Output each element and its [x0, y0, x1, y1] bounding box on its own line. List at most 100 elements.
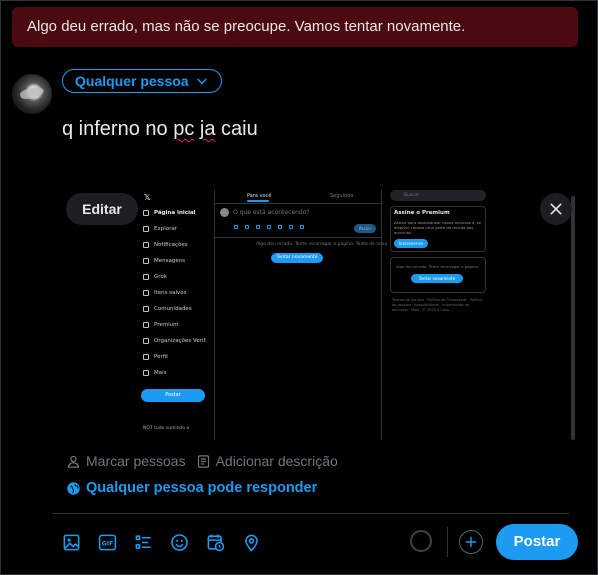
embedded-divider: [215, 237, 381, 238]
embedded-compose-placeholder: O que está acontecendo?: [233, 209, 310, 216]
tag-people-label: Marcar pessoas: [86, 453, 186, 469]
embedded-premium-text: Assine para desbloquear novos recursos e…: [394, 220, 482, 235]
search-icon: [143, 226, 149, 232]
embedded-premium-title: Assine o Premium: [394, 210, 450, 216]
misspelled-word: pc: [173, 118, 195, 140]
reply-setting-label: Qualquer pessoa pode responder: [86, 480, 318, 496]
lightning-icon: [143, 338, 149, 344]
embedded-tab-following: Seguindo: [330, 193, 354, 199]
embedded-divider: [381, 190, 382, 440]
embedded-search: Buscar: [390, 190, 486, 201]
add-poll-button[interactable]: [134, 530, 170, 554]
embedded-nav-item: Perfil: [143, 352, 168, 362]
add-media-button[interactable]: [62, 530, 98, 554]
embedded-compose-post: Postar: [354, 224, 376, 233]
poll-icon: [135, 534, 151, 549]
embedded-nav-item: Explorar: [143, 224, 177, 234]
location-icon: [245, 534, 258, 552]
embedded-side-error: Algo deu errado. Tente recarregar a pági…: [396, 264, 479, 269]
audience-label: Qualquer pessoa: [75, 73, 189, 89]
embedded-retry-button: Tentar novamente: [271, 253, 323, 263]
embedded-nav-label: Perfil: [154, 354, 168, 360]
media-scrollbar[interactable]: [571, 196, 575, 440]
embedded-nav-label: Página Inicial: [154, 210, 196, 216]
embedded-error-text: Algo deu errado. Tente recarregar a pági…: [256, 242, 389, 247]
embedded-tools: [234, 225, 304, 229]
more-icon: [143, 370, 149, 376]
edit-media-button[interactable]: Editar: [66, 193, 138, 225]
embedded-nav-label: Mais: [154, 370, 167, 376]
compose-toolbar: GIF: [62, 530, 278, 554]
embedded-nav-label: Premium: [154, 322, 179, 328]
gif-icon: GIF: [98, 534, 117, 550]
embedded-nav-item: Notificações: [143, 240, 188, 250]
embedded-compose: O que está acontecendo?: [220, 208, 310, 217]
grok-icon: [143, 274, 149, 280]
schedule-button[interactable]: [206, 530, 242, 554]
embedded-side-retry: Tentar novamente: [411, 274, 463, 283]
embedded-nav-item: Página Inicial: [143, 208, 196, 218]
attached-media-preview: [62, 190, 576, 442]
profile-icon: [143, 354, 149, 360]
emoji-icon: [171, 533, 188, 551]
compose-text-part: q inferno no: [62, 118, 174, 140]
embedded-nav-label: Notificações: [154, 242, 188, 248]
close-icon: [550, 203, 562, 215]
tag-people-button[interactable]: Marcar pessoas: [66, 453, 186, 469]
embedded-footer: Termos de Serviço · Política de Privacid…: [392, 298, 483, 312]
bookmark-icon: [143, 290, 149, 296]
error-banner: Algo deu errado, mas não se preocupe. Va…: [12, 7, 578, 47]
add-description-button[interactable]: Adicionar descrição: [196, 453, 338, 469]
person-icon: [67, 455, 80, 468]
embedded-divider: [214, 190, 215, 440]
embedded-nav-item: Mais: [143, 368, 167, 378]
embedded-divider: [215, 203, 381, 204]
embedded-tab-indicator: [247, 200, 269, 202]
embedded-nav-label: Mensagens: [154, 258, 186, 264]
post-button[interactable]: Postar: [496, 524, 578, 560]
add-gif-button[interactable]: GIF: [98, 530, 134, 554]
bell-icon: [143, 242, 149, 248]
add-emoji-button[interactable]: [170, 530, 206, 554]
image-icon: [63, 534, 80, 550]
embedded-nav-item: Comunidades: [143, 304, 192, 314]
premium-icon: [143, 322, 149, 328]
embedded-nav-item: Premium: [143, 320, 178, 330]
embedded-nav-label: Grok: [154, 274, 167, 280]
character-count-progress: [410, 530, 432, 552]
remove-media-button[interactable]: [540, 193, 572, 225]
embedded-avatar: [220, 208, 229, 217]
x-logo-icon: 𝕏: [144, 192, 151, 202]
document-icon: [197, 454, 209, 468]
embedded-nav-label: Comunidades: [154, 306, 192, 312]
toolbar-separator: [447, 527, 448, 557]
schedule-icon: [207, 534, 225, 551]
tag-location-button[interactable]: [242, 530, 278, 554]
avatar[interactable]: [12, 74, 52, 114]
toolbar-divider: [52, 513, 570, 514]
compose-textarea[interactable]: q inferno no pc ja caiu: [62, 118, 258, 141]
svg-text:GIF: GIF: [102, 540, 114, 547]
compose-text-part: caiu: [215, 118, 258, 140]
error-banner-text: Algo deu errado, mas não se preocupe. Va…: [27, 18, 466, 35]
mail-icon: [143, 258, 149, 264]
embedded-subscribe-button: Inscrever-se: [394, 239, 428, 248]
embedded-nav-item: Grok: [143, 272, 167, 282]
embedded-nav-item: Organizações Verif.: [143, 336, 207, 346]
embedded-nav-label: Itens salvos: [154, 290, 187, 296]
media-actions: Marcar pessoas Adicionar descrição: [66, 453, 338, 469]
communities-icon: [143, 306, 149, 312]
globe-icon: [67, 481, 80, 495]
embedded-account: NOT tudo sumindo o: [143, 426, 190, 431]
reply-setting-button[interactable]: Qualquer pessoa pode responder: [66, 480, 317, 496]
embedded-nav-label: Organizações Verif.: [154, 338, 207, 344]
embedded-tab-for-you: Para você: [247, 193, 272, 199]
chevron-down-icon: [196, 78, 207, 85]
add-post-button[interactable]: [459, 530, 483, 554]
plus-icon: [465, 536, 477, 548]
misspelled-word: ja: [199, 118, 216, 140]
add-description-label: Adicionar descrição: [215, 453, 338, 469]
audience-selector-button[interactable]: Qualquer pessoa: [62, 69, 222, 93]
embedded-nav-item: Itens salvos: [143, 288, 187, 298]
embedded-nav-item: Mensagens: [143, 256, 185, 266]
